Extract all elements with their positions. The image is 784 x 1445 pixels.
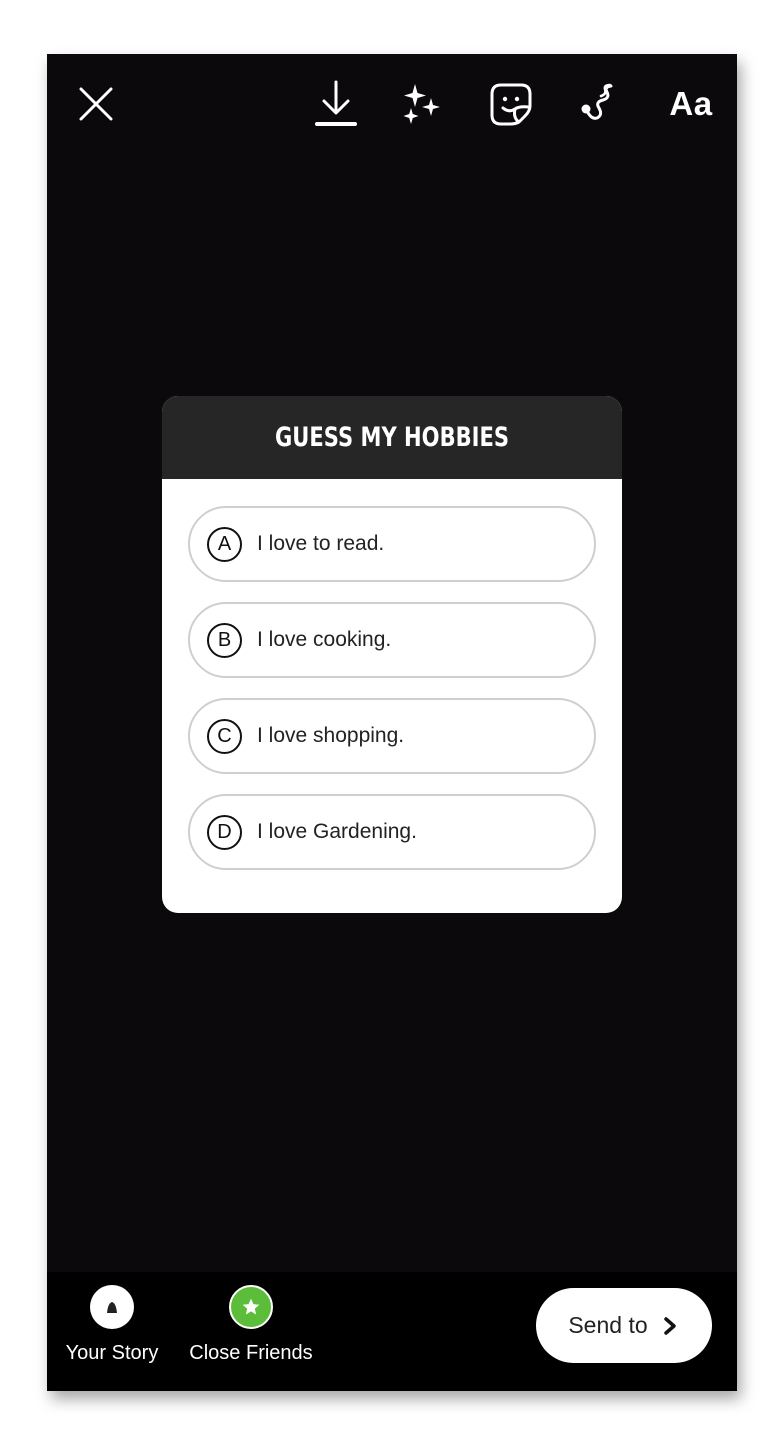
close-friends-label: Close Friends — [189, 1342, 313, 1364]
option-letter-badge: C — [207, 718, 242, 754]
story-editor-screen: Aa GUESS MY HOBBIES A I love to read. B … — [47, 54, 737, 1391]
download-icon — [315, 80, 357, 126]
sparkles-icon — [403, 84, 440, 124]
download-button[interactable] — [314, 80, 358, 126]
quiz-sticker[interactable]: GUESS MY HOBBIES A I love to read. B I l… — [162, 396, 622, 913]
close-friends-badge — [229, 1285, 273, 1329]
quiz-title: GUESS MY HOBBIES — [274, 422, 510, 453]
draw-button[interactable] — [577, 82, 621, 126]
option-letter-badge: A — [207, 526, 242, 562]
text-tool-label: Aa — [669, 85, 713, 122]
option-letter-badge: D — [207, 814, 242, 850]
quiz-option-a[interactable]: A I love to read. — [188, 506, 596, 582]
option-letter-badge: B — [207, 622, 242, 658]
top-toolbar: Aa — [47, 54, 737, 154]
profile-avatar-icon — [107, 1302, 117, 1313]
option-text: I love Gardening. — [257, 820, 417, 843]
your-story-avatar — [90, 1285, 134, 1329]
option-text: I love to read. — [257, 532, 385, 555]
quiz-option-c[interactable]: C I love shopping. — [188, 698, 596, 774]
your-story-button[interactable]: Your Story — [65, 1285, 159, 1365]
draw-icon — [581, 83, 613, 120]
your-story-label: Your Story — [65, 1342, 159, 1364]
sticker-button[interactable] — [489, 82, 533, 126]
send-to-button[interactable]: Send to — [536, 1288, 712, 1363]
option-text: I love shopping. — [257, 724, 405, 747]
send-to-label: Send to — [568, 1312, 648, 1338]
share-bar: Your Story Close Friends Send to — [47, 1272, 737, 1391]
sticker-icon — [490, 83, 532, 126]
quiz-header: GUESS MY HOBBIES — [162, 396, 622, 479]
quiz-option-d[interactable]: D I love Gardening. — [188, 794, 596, 870]
text-button[interactable]: Aa — [663, 82, 719, 126]
close-icon — [79, 87, 113, 121]
star-icon — [242, 1298, 260, 1315]
chevron-right-icon — [663, 1316, 676, 1335]
effects-button[interactable] — [401, 82, 445, 126]
quiz-options: A I love to read. B I love cooking. C I … — [162, 479, 622, 870]
close-button[interactable] — [74, 82, 118, 126]
quiz-option-b[interactable]: B I love cooking. — [188, 602, 596, 678]
option-text: I love cooking. — [257, 628, 392, 651]
close-friends-button[interactable]: Close Friends — [188, 1285, 314, 1365]
